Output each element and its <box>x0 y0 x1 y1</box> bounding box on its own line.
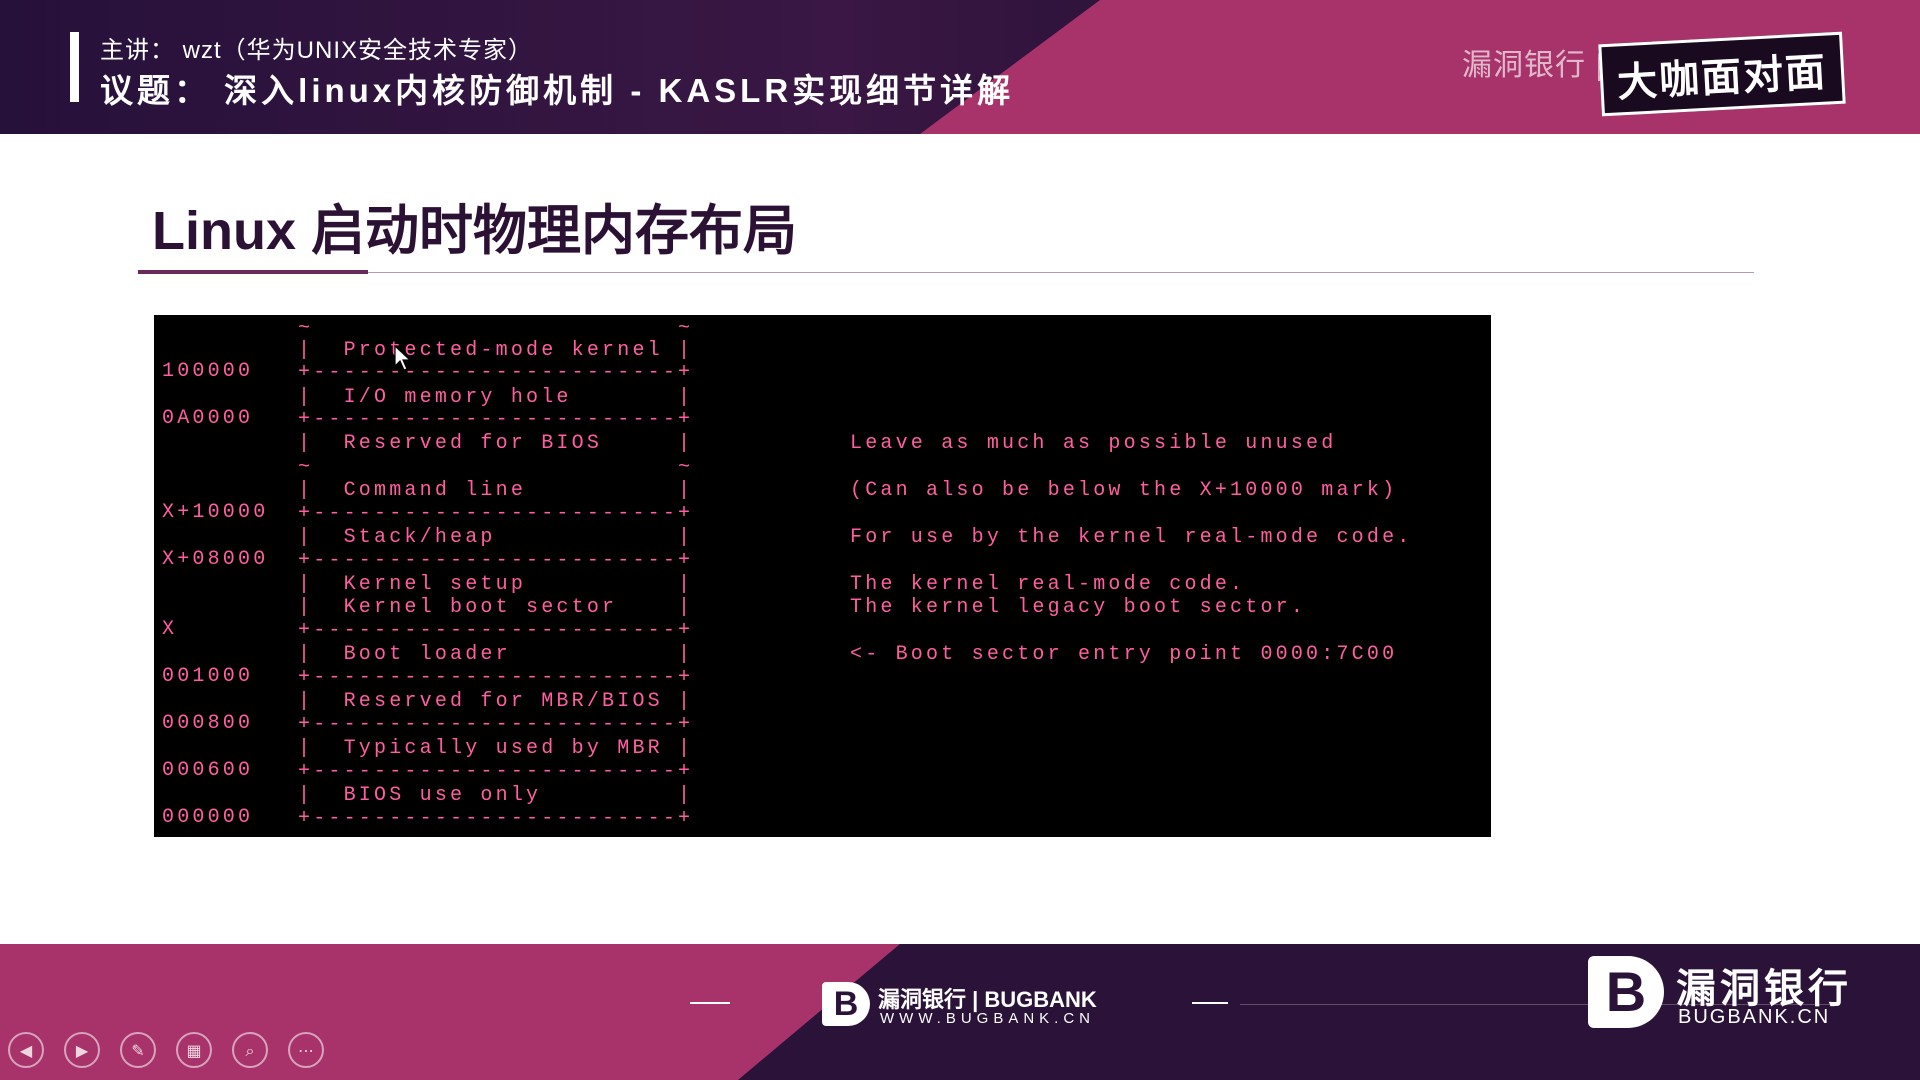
box-line: | BIOS use only | <box>298 784 694 807</box>
topic-label: 议题： 深入linux内核防御机制 - KASLR实现细节详解 <box>100 72 1015 109</box>
header-accent-bar <box>70 32 79 102</box>
memory-layout-terminal: 100000 0A0000 X+10000 X+08000 X 001000 0… <box>154 315 1491 837</box>
box-line: ~ ~ <box>298 456 694 479</box>
box-line: | Reserved for BIOS | <box>298 432 694 455</box>
next-icon[interactable]: ▶ <box>64 1032 100 1068</box>
box-line: ~ ~ <box>298 317 694 340</box>
pen-icon[interactable]: ✎ <box>120 1032 156 1068</box>
slide-footer: B 漏洞银行 | BUGBANK WWW.BUGBANK.CN B 漏洞银行 B… <box>0 944 1920 1080</box>
box-line: +------------------------+ <box>298 666 694 689</box>
address-label: X <box>162 618 178 641</box>
box-line: +------------------------+ <box>298 807 694 830</box>
slide-title: Linux 启动时物理内存布局 <box>152 201 797 261</box>
box-line: +------------------------+ <box>298 408 694 431</box>
footer-dash-right <box>1192 1002 1228 1004</box>
note-line: <- Boot sector entry point 0000:7C00 <box>850 643 1398 666</box>
prev-icon[interactable]: ◀ <box>8 1032 44 1068</box>
box-line: | I/O memory hole | <box>298 386 694 409</box>
box-line: | Stack/heap | <box>298 526 694 549</box>
speaker-label: 主讲： wzt（华为UNIX安全技术专家） <box>100 37 534 64</box>
address-label: X+08000 <box>162 548 269 571</box>
box-line: | Protected-mode kernel | <box>298 339 694 362</box>
box-line: | Typically used by MBR | <box>298 737 694 760</box>
address-label: 000000 <box>162 806 254 829</box>
footer-dash-left <box>690 1002 730 1004</box>
note-line: (Can also be below the X+10000 mark) <box>850 479 1398 502</box>
show-logo: 大咖面对面 <box>1598 31 1846 117</box>
zoom-icon[interactable]: ⌕ <box>232 1032 268 1068</box>
box-line: +------------------------+ <box>298 549 694 572</box>
note-line: The kernel legacy boot sector. <box>850 596 1307 619</box>
mouse-pointer-icon <box>394 345 412 371</box>
address-label: X+10000 <box>162 501 269 524</box>
title-divider-accent <box>138 270 368 274</box>
address-label: 000600 <box>162 759 254 782</box>
slides-icon[interactable]: ▦ <box>176 1032 212 1068</box>
note-line: The kernel real-mode code. <box>850 573 1246 596</box>
bugbank-logo-icon: B <box>822 982 870 1026</box>
note-line: For use by the kernel real-mode code. <box>850 526 1413 549</box>
box-line: +------------------------+ <box>298 619 694 642</box>
address-label: 100000 <box>162 360 254 383</box>
box-line: | Kernel boot sector | <box>298 596 694 619</box>
footer-brand-url: WWW.BUGBANK.CN <box>880 1010 1095 1027</box>
box-line: +------------------------+ <box>298 502 694 525</box>
note-line: Leave as much as possible unused <box>850 432 1337 455</box>
box-line: | Command line | <box>298 479 694 502</box>
bugbank-large-logo-icon: B <box>1588 956 1664 1028</box>
slide-header: 主讲： wzt（华为UNIX安全技术专家） 议题： 深入linux内核防御机制 … <box>0 0 1920 134</box>
address-label: 000800 <box>162 712 254 735</box>
box-line: | Kernel setup | <box>298 573 694 596</box>
footer-large-brand-url: BUGBANK.CN <box>1678 1006 1831 1028</box>
box-line: +------------------------+ <box>298 361 694 384</box>
box-line: | Boot loader | <box>298 643 694 666</box>
more-icon[interactable]: ⋯ <box>288 1032 324 1068</box>
address-label: 001000 <box>162 665 254 688</box>
title-divider <box>138 272 1754 273</box>
box-line: +------------------------+ <box>298 760 694 783</box>
box-line: +------------------------+ <box>298 713 694 736</box>
box-line: | Reserved for MBR/BIOS | <box>298 690 694 713</box>
address-label: 0A0000 <box>162 407 254 430</box>
